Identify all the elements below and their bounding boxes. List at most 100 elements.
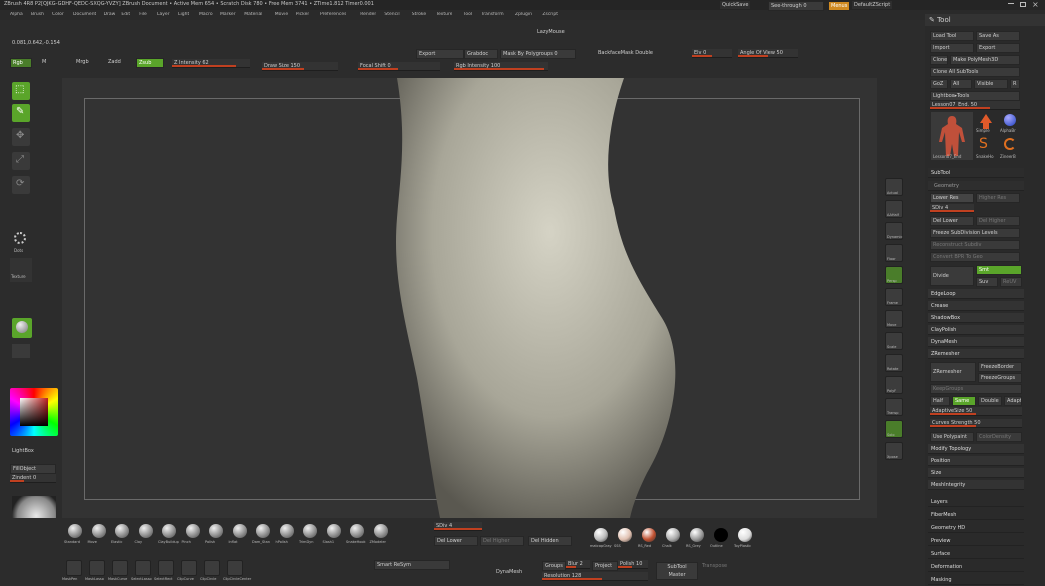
material-sss-button[interactable] bbox=[618, 528, 632, 542]
deformation-section[interactable]: Deformation bbox=[928, 562, 1024, 572]
tool-draw-button[interactable]: ✎ bbox=[12, 104, 30, 122]
lazymouse-button[interactable]: LazyMouse bbox=[535, 28, 567, 36]
brush-zmodeler-button[interactable] bbox=[373, 524, 388, 538]
brush-elastic-button[interactable] bbox=[115, 524, 129, 538]
dock-transp-button[interactable]: Transp bbox=[885, 398, 903, 416]
tool-thumb-snakehook[interactable]: S SnakeHo bbox=[976, 136, 998, 160]
brush-snakehook-button[interactable] bbox=[350, 524, 364, 538]
m-button[interactable]: M bbox=[40, 58, 49, 66]
menu-edit[interactable]: Edit bbox=[121, 12, 130, 17]
minimize-icon[interactable] bbox=[1008, 3, 1014, 4]
del-higher-button[interactable]: Del Higher bbox=[976, 216, 1020, 226]
fill-object-button[interactable]: FillObject bbox=[10, 464, 56, 474]
draw-size-slider[interactable]: Draw Size 150 bbox=[262, 62, 338, 71]
menu-light[interactable]: Light bbox=[178, 12, 189, 17]
see-through-slider[interactable]: See-through 0 bbox=[768, 1, 824, 11]
bottom-sdiv-slider[interactable]: SDiv 4 bbox=[434, 522, 482, 531]
shadowbox-section[interactable]: ShadowBox bbox=[928, 313, 1024, 323]
sculpt-mesh[interactable] bbox=[62, 78, 877, 518]
divide-button[interactable]: Divide bbox=[930, 266, 974, 286]
del-hidden-button[interactable]: Del Hidden bbox=[528, 536, 572, 546]
menu-file[interactable]: File bbox=[139, 12, 147, 17]
menu-layer[interactable]: Layer bbox=[157, 12, 170, 17]
window-controls[interactable]: × bbox=[1000, 0, 1045, 10]
menu-document[interactable]: Document bbox=[73, 12, 96, 17]
keep-groups-button[interactable]: KeepGroups bbox=[930, 384, 1022, 394]
modify-topology-section[interactable]: Modify Topology bbox=[928, 444, 1024, 454]
material-chalk-button[interactable] bbox=[666, 528, 680, 542]
menu-material[interactable]: Material bbox=[244, 12, 262, 17]
brush-dam_stan-button[interactable] bbox=[256, 524, 270, 538]
freeze-subdivision-button[interactable]: Freeze SubDivision Levels bbox=[930, 228, 1020, 238]
use-polypaint-button[interactable]: Use Polypaint bbox=[930, 432, 974, 442]
rgb-button[interactable]: Rgb bbox=[10, 58, 32, 68]
brush-masklasso-button[interactable] bbox=[89, 560, 105, 576]
bottom-del-lower-button[interactable]: Del Lower bbox=[434, 536, 478, 546]
target-half-button[interactable]: Half bbox=[930, 396, 950, 406]
tool-edit-button[interactable]: ⬚ bbox=[12, 82, 30, 100]
save-as-button[interactable]: Save As bbox=[976, 31, 1020, 41]
dock-actual-button[interactable]: Actual bbox=[885, 178, 903, 196]
goz-r-button[interactable]: R bbox=[1010, 79, 1020, 89]
material-gold-button[interactable] bbox=[12, 318, 32, 338]
z-intensity-slider[interactable]: Z Intensity 62 bbox=[172, 59, 250, 68]
material-rs_grey-button[interactable] bbox=[690, 528, 704, 542]
project-button[interactable]: Project bbox=[592, 561, 618, 571]
brush-pinch-button[interactable] bbox=[185, 524, 200, 538]
lightbox-tools-button[interactable]: Lightbox▸Tools bbox=[930, 91, 1020, 101]
target-double-button[interactable]: Double bbox=[978, 396, 1002, 406]
subtool-master-button[interactable]: SubTool Master bbox=[656, 562, 698, 580]
menu-tool[interactable]: Tool bbox=[463, 12, 472, 17]
dock-move-button[interactable]: Move bbox=[885, 310, 903, 328]
grabdoc-button[interactable]: Grabdoc bbox=[464, 49, 498, 59]
menu-preferences[interactable]: Preferences bbox=[320, 12, 346, 17]
transpose-button[interactable]: Transpose bbox=[700, 562, 734, 570]
zremesher-button[interactable]: ZRemesher bbox=[930, 362, 976, 382]
brush-hpolish-button[interactable] bbox=[279, 524, 294, 538]
tool-move-button[interactable]: ✥ bbox=[12, 128, 30, 146]
brush-clipcurve-button[interactable] bbox=[181, 560, 197, 576]
zremesher-section[interactable]: ZRemesher bbox=[928, 349, 1024, 359]
menu-zplugin[interactable]: Zplugin bbox=[515, 12, 532, 17]
menu-transform[interactable]: Transform bbox=[481, 12, 503, 17]
bottom-dynamesh-button[interactable]: DynaMesh bbox=[494, 568, 532, 576]
brush-claybuildup-button[interactable] bbox=[162, 524, 176, 538]
brush-clipcirclecenter-button[interactable] bbox=[227, 560, 243, 576]
dynamesh-section[interactable]: DynaMesh bbox=[928, 337, 1024, 347]
resolution-slider[interactable]: Resolution 128 bbox=[542, 572, 648, 581]
default-zscript-button[interactable]: DefaultZScript bbox=[852, 1, 893, 9]
rgb-intensity-slider[interactable]: Rgb Intensity 100 bbox=[454, 62, 548, 71]
focal-shift-slider[interactable]: Focal Shift 0 bbox=[358, 62, 440, 71]
elv-slider[interactable]: Elv 0 bbox=[692, 49, 732, 58]
brush-maskcurve-button[interactable] bbox=[112, 560, 128, 576]
dock-solo-button[interactable]: Solo bbox=[885, 420, 903, 438]
polish-slider[interactable]: Polish 10 bbox=[618, 560, 648, 569]
zadd-button[interactable]: Zadd bbox=[106, 58, 123, 66]
tool-scale-button[interactable]: ⤢ bbox=[12, 152, 30, 170]
goz-all-button[interactable]: All bbox=[950, 79, 972, 89]
maximize-icon[interactable] bbox=[1020, 2, 1026, 7]
tool-thumb-simple[interactable]: Simple bbox=[976, 112, 996, 134]
geometry-section[interactable]: Geometry bbox=[928, 181, 1024, 191]
brush-move-button[interactable] bbox=[91, 524, 106, 538]
menus-button[interactable]: Menus bbox=[828, 1, 851, 11]
brush-maskpen-button[interactable] bbox=[66, 560, 82, 576]
tool-name-slider[interactable]: Lesson07_End. 50 bbox=[930, 101, 1020, 110]
reconstruct-subdiv-button[interactable]: Reconstruct Subdiv bbox=[930, 240, 1020, 250]
clone-all-subtools-button[interactable]: Clone All SubTools bbox=[930, 67, 1020, 77]
crease-section[interactable]: Crease bbox=[928, 301, 1024, 311]
adaptive-size-slider[interactable]: AdaptiveSize 50 bbox=[930, 407, 1022, 416]
menu-zscript[interactable]: Zscript bbox=[542, 12, 558, 17]
menu-color[interactable]: Color bbox=[52, 12, 64, 17]
menu-render[interactable]: Render bbox=[360, 12, 376, 17]
dock-rotate-button[interactable]: Rotate bbox=[885, 354, 903, 372]
surface-section[interactable]: Surface bbox=[928, 549, 1024, 559]
export-tool-button[interactable]: Export bbox=[976, 43, 1020, 53]
mask-by-polygroups-slider[interactable]: Mask By Polygroups 0 bbox=[500, 49, 576, 59]
material-toyplastic-button[interactable] bbox=[738, 528, 752, 542]
load-tool-button[interactable]: Load Tool bbox=[930, 31, 974, 41]
brush-polish-button[interactable] bbox=[209, 524, 223, 538]
lower-res-button[interactable]: Lower Res bbox=[930, 193, 974, 203]
menu-alpha[interactable]: Alpha bbox=[10, 12, 23, 17]
curves-strength-slider[interactable]: Curves Strength 50 bbox=[930, 419, 1022, 428]
